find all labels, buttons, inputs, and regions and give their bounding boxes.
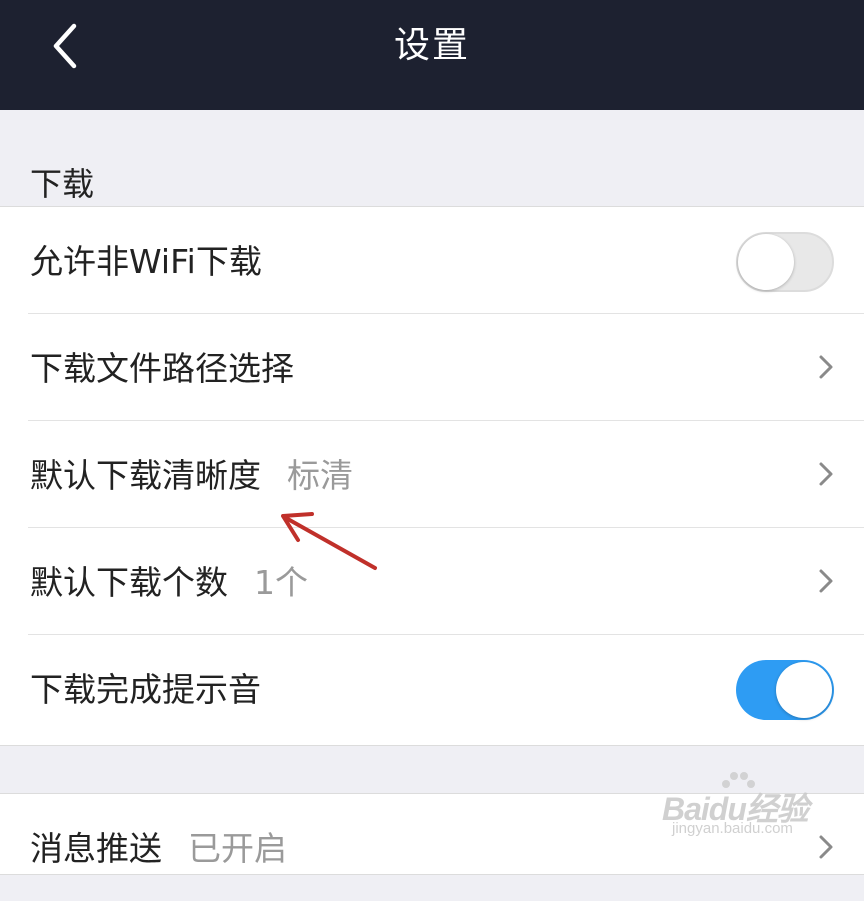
row-message-push[interactable]: 消息推送 已开启 [0,794,864,901]
toggle-knob [738,234,794,290]
row-value: 已开启 [188,829,287,868]
row-label: 下载完成提示音 [30,670,261,709]
row-label-text: 默认下载清晰度 [30,456,261,495]
toggle-knob [776,662,832,718]
chevron-right-icon [818,568,834,598]
row-label: 默认下载个数 1个 [30,561,308,605]
row-label: 默认下载清晰度 标清 [30,454,353,498]
message-settings-group: 消息推送 已开启 [0,793,864,875]
row-default-download-quality[interactable]: 默认下载清晰度 标清 [0,421,864,528]
row-value: 1个 [254,563,308,602]
row-label-text: 默认下载个数 [30,563,228,602]
row-allow-non-wifi-download[interactable]: 允许非WiFi下载 [0,207,864,314]
row-label: 消息推送 已开启 [30,827,287,871]
row-download-path[interactable]: 下载文件路径选择 [0,314,864,421]
non-wifi-download-toggle[interactable] [736,232,834,292]
row-value: 标清 [287,456,353,495]
row-label-text: 消息推送 [30,829,162,868]
row-default-download-count[interactable]: 默认下载个数 1个 [0,528,864,635]
download-sound-toggle[interactable] [736,660,834,720]
app-header: 设置 [0,0,864,110]
page-title: 设置 [393,25,470,66]
row-label: 下载文件路径选择 [30,349,294,388]
chevron-right-icon [818,461,834,491]
row-download-complete-sound[interactable]: 下载完成提示音 [0,635,864,742]
chevron-right-icon [818,834,834,864]
row-label: 允许非WiFi下载 [30,242,262,281]
download-settings-group: 允许非WiFi下载 下载文件路径选择 默认下载清晰度标清 默认下载个数 1个 [0,206,864,746]
chevron-right-icon [818,354,834,384]
section-title-download: 下载 [30,165,95,203]
